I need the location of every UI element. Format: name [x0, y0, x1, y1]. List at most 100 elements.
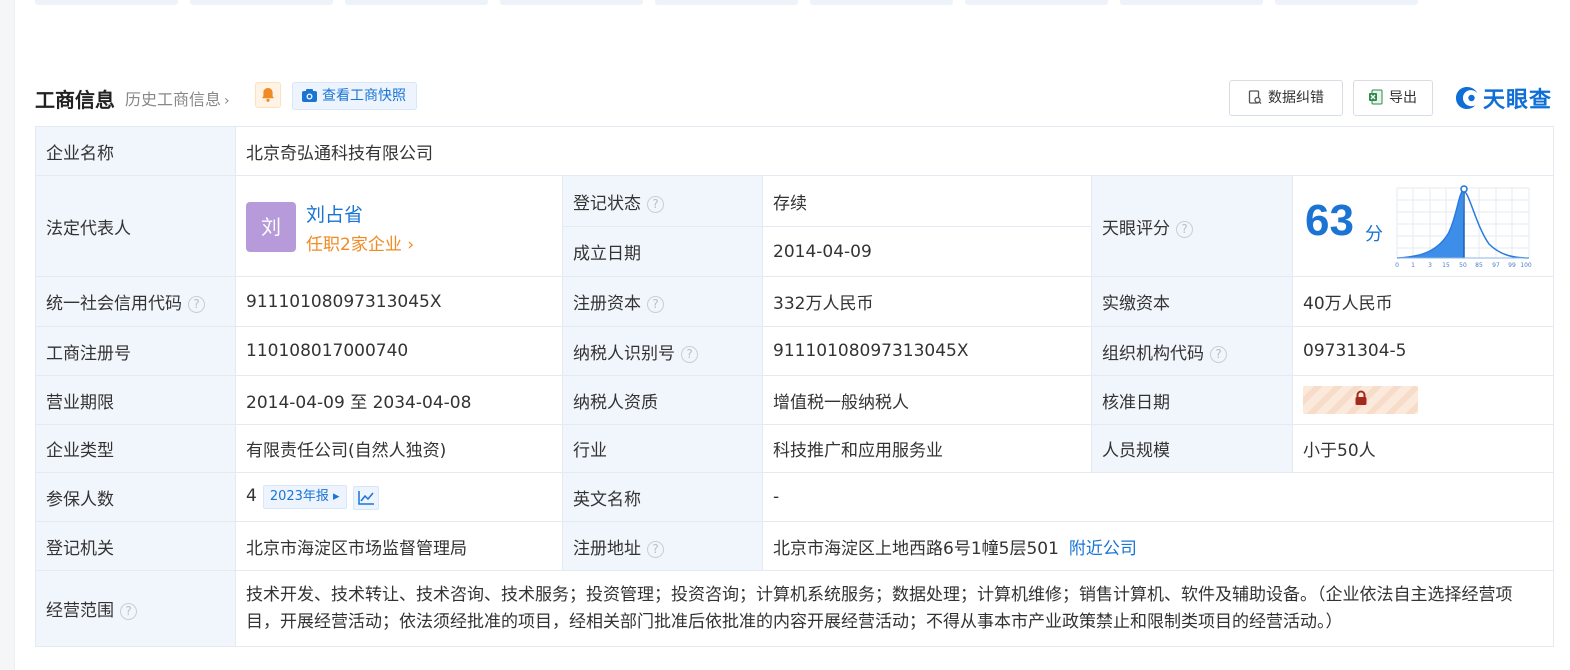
org-code-label-cell: 组织机构代码? [1091, 326, 1293, 376]
business-scope-label: 经营范围 [46, 601, 114, 621]
registered-address-label-cell: 注册地址? [562, 521, 763, 571]
annual-report-button[interactable]: 2023年报 ▸ [262, 484, 347, 509]
top-tab[interactable] [655, 0, 798, 5]
help-icon[interactable]: ? [1176, 220, 1193, 238]
business-term-value: 2014-04-09 至 2034-04-08 [235, 375, 563, 425]
tianyan-score-unit: 分 [1365, 224, 1383, 245]
tianyan-score-label-cell: 天眼评分? [1091, 175, 1293, 277]
follow-bell-button[interactable] [255, 82, 281, 108]
score-axis-tick: 3 [1428, 262, 1432, 269]
help-icon[interactable]: ? [647, 195, 664, 213]
reg-number-label: 工商注册号 [35, 326, 236, 376]
top-tab[interactable] [35, 0, 178, 5]
table-row: 参保人数 4 2023年报 ▸ 英文名称 - [35, 472, 1555, 522]
company-name-label: 企业名称 [35, 126, 236, 176]
help-icon[interactable]: ? [681, 345, 698, 363]
help-icon[interactable]: ? [188, 296, 205, 313]
top-tab-strip [35, 0, 1555, 6]
taxpayer-id-value: 91110108097313045X [762, 326, 1092, 376]
history-link[interactable]: 历史工商信息 › [125, 86, 230, 110]
staff-size-value: 小于50人 [1291, 424, 1555, 473]
taxpayer-id-label-cell: 纳税人识别号? [562, 326, 763, 376]
export-label: 导出 [1389, 90, 1417, 106]
help-icon[interactable]: ? [120, 603, 137, 620]
legal-rep-positions-link[interactable]: 任职2家企业 › [306, 230, 414, 255]
top-tab[interactable] [190, 0, 333, 5]
tianyancha-logo-icon [1456, 87, 1478, 109]
taxpayer-id-label: 纳税人识别号 [573, 343, 675, 364]
help-icon[interactable]: ? [1210, 345, 1227, 363]
business-info-table: 企业名称 北京奇弘通科技有限公司 法定代表人 刘 刘占省 任职2家企业 › 登记… [35, 126, 1555, 647]
approval-date-label: 核准日期 [1091, 375, 1293, 425]
paid-capital-value: 40万人民币 [1291, 276, 1555, 327]
caret-right-icon: ▸ [328, 488, 340, 504]
score-axis-tick: 97 [1492, 262, 1500, 269]
taxpayer-qualification-label: 纳税人资质 [562, 375, 763, 425]
staff-size-label: 人员规模 [1091, 424, 1293, 473]
data-correction-button[interactable]: 数据纠错 [1229, 80, 1343, 116]
company-type-label: 企业类型 [35, 424, 236, 473]
registration-status-label-cell: 登记状态? [562, 175, 763, 227]
registration-status-label: 登记状态 [573, 193, 641, 214]
trend-chart-button[interactable] [352, 485, 379, 510]
taxpayer-qualification-value: 增值税一般纳税人 [762, 375, 1092, 425]
table-row: 企业名称 北京奇弘通科技有限公司 [35, 126, 1555, 176]
credit-code-label: 统一社会信用代码 [46, 294, 182, 314]
approval-date-cell [1291, 375, 1555, 425]
correction-icon [1248, 90, 1262, 105]
trend-chart-icon [357, 490, 374, 505]
score-distribution-chart: 0 1 3 15 50 85 97 99 100 [1395, 185, 1532, 269]
table-row: 经营范围? 技术开发、技术转让、技术咨询、技术服务；投资管理；投资咨询；计算机系… [35, 570, 1555, 647]
table-row: 登记机关 北京市海淀区市场监督管理局 注册地址? 北京市海淀区上地西路6号1幢5… [35, 521, 1555, 571]
credit-code-label-cell: 统一社会信用代码? [35, 276, 236, 327]
score-axis-tick: 100 [1520, 262, 1532, 269]
top-tab[interactable] [810, 0, 953, 5]
insured-value: 4 [246, 485, 257, 506]
logo-text: 天眼查 [1483, 88, 1553, 113]
help-icon[interactable]: ? [647, 540, 664, 558]
registered-address-cell: 北京市海淀区上地西路6号1幢5层501 附近公司 [761, 521, 1555, 571]
top-tab[interactable] [345, 0, 488, 5]
established-value: 2014-04-09 [762, 226, 1092, 277]
company-name-value: 北京奇弘通科技有限公司 [234, 126, 1555, 176]
snapshot-button[interactable]: 查看工商快照 [292, 82, 417, 110]
org-code-label: 组织机构代码 [1102, 343, 1204, 364]
legal-rep-avatar[interactable]: 刘 [246, 202, 296, 252]
section-header: 工商信息 历史工商信息 › 查看工商快照 数据纠错 导出 天眼查 [35, 78, 1555, 116]
business-scope-label-cell: 经营范围? [35, 570, 236, 647]
score-axis-tick: 99 [1508, 262, 1516, 269]
legal-rep-label: 法定代表人 [35, 175, 236, 277]
table-row: 工商注册号 110108017000740 纳税人识别号? 9111010809… [35, 326, 1555, 376]
legal-rep-positions-label: 任职2家企业 [306, 235, 402, 255]
tianyan-score-value: 63 [1305, 196, 1354, 245]
registration-authority-value: 北京市海淀区市场监督管理局 [235, 521, 563, 571]
table-row: 营业期限 2014-04-09 至 2034-04-08 纳税人资质 增值税一般… [35, 375, 1555, 425]
score-axis-tick: 50 [1459, 262, 1467, 269]
tianyan-score-cell[interactable]: 63 分 0 1 3 15 50 85 97 99 100 [1291, 175, 1555, 277]
org-code-value: 09731304-5 [1291, 326, 1555, 376]
legal-rep-cell: 刘 刘占省 任职2家企业 › [235, 175, 563, 277]
top-tab[interactable] [500, 0, 643, 5]
locked-value-badge[interactable] [1303, 386, 1418, 414]
registration-status-value: 存续 [762, 175, 1092, 227]
history-link-label: 历史工商信息 [125, 90, 222, 109]
top-tab[interactable] [965, 0, 1108, 5]
paid-capital-label: 实缴资本 [1091, 276, 1293, 327]
top-tab[interactable] [1120, 0, 1263, 5]
business-scope-value: 技术开发、技术转让、技术咨询、技术服务；投资管理；投资咨询；计算机系统服务；数据… [234, 570, 1555, 647]
section-title: 工商信息 [35, 88, 115, 112]
insured-label: 参保人数 [35, 472, 236, 522]
nearby-companies-link[interactable]: 附近公司 [1069, 539, 1137, 559]
reg-number-value: 110108017000740 [235, 326, 563, 376]
company-type-value: 有限责任公司(自然人独资) [235, 424, 563, 473]
score-axis-tick: 1 [1411, 262, 1415, 269]
tianyancha-logo: 天眼查 [1453, 82, 1553, 113]
help-icon[interactable]: ? [647, 296, 664, 313]
legal-rep-name-link[interactable]: 刘占省 [306, 200, 363, 227]
snapshot-button-label: 查看工商快照 [322, 88, 406, 104]
top-tab[interactable] [1275, 0, 1418, 5]
export-button[interactable]: 导出 [1353, 80, 1433, 116]
data-correction-label: 数据纠错 [1268, 90, 1324, 106]
english-name-value: - [761, 472, 1555, 522]
table-row: 企业类型 有限责任公司(自然人独资) 行业 科技推广和应用服务业 人员规模 小于… [35, 424, 1555, 473]
